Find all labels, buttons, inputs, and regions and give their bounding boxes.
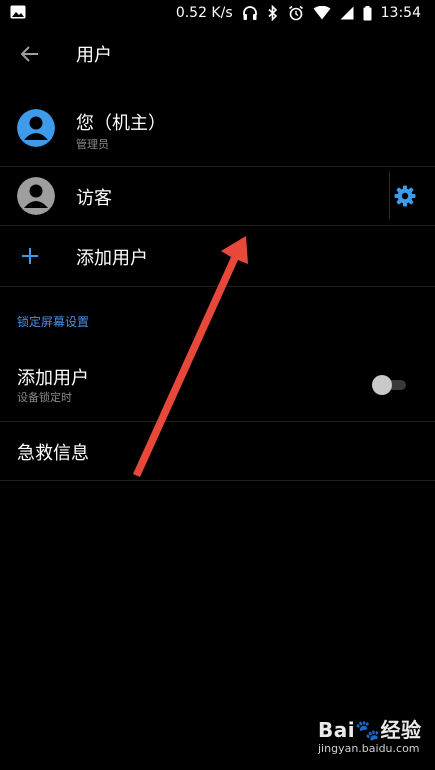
add-users-toggle[interactable] (372, 375, 406, 395)
signal-icon (340, 6, 354, 20)
user-row-guest[interactable]: 访客 (0, 167, 435, 225)
network-speed: 0.52 K/s (175, 5, 233, 21)
setting-title: 急救信息 (17, 443, 89, 464)
user-role: 管理员 (76, 138, 109, 151)
headphones-icon (242, 6, 257, 20)
divider (0, 480, 435, 481)
setting-subtitle: 设备锁定时 (17, 391, 72, 404)
section-header-lock-screen: 锁定屏幕设置 (17, 315, 90, 329)
clock: 13:54 (380, 5, 421, 21)
back-arrow-icon[interactable] (18, 42, 42, 66)
wifi-icon (313, 6, 331, 20)
emergency-info-setting[interactable]: 急救信息 (0, 422, 435, 480)
page-title: 用户 (76, 45, 112, 66)
add-users-when-locked-setting[interactable]: 添加用户 设备锁定时 (0, 350, 435, 420)
user-name: 您（机主） (76, 113, 166, 134)
watermark: Bai🐾经验 jingyan.baidu.com (318, 714, 428, 764)
app-header: 用户 (0, 26, 435, 82)
divider (389, 171, 390, 219)
avatar-icon (17, 109, 55, 147)
toggle-thumb (372, 375, 392, 395)
avatar-icon (17, 177, 55, 215)
divider (0, 286, 435, 287)
watermark-logo: Bai🐾经验 (318, 718, 422, 742)
bluetooth-icon (268, 5, 277, 21)
setting-title: 添加用户 (17, 368, 89, 389)
user-name: 访客 (76, 188, 112, 209)
add-user-label: 添加用户 (76, 248, 148, 269)
battery-icon (363, 5, 372, 20)
image-notification-icon (10, 5, 26, 19)
user-row-owner[interactable]: 您（机主） 管理员 (0, 100, 435, 166)
add-user-button[interactable]: 添加用户 (0, 226, 435, 286)
plus-icon (22, 248, 38, 264)
status-bar: 0.52 K/s 13:54 (0, 0, 435, 26)
settings-gear-icon[interactable] (393, 184, 417, 208)
alarm-icon (288, 5, 303, 21)
watermark-url: jingyan.baidu.com (318, 742, 420, 755)
